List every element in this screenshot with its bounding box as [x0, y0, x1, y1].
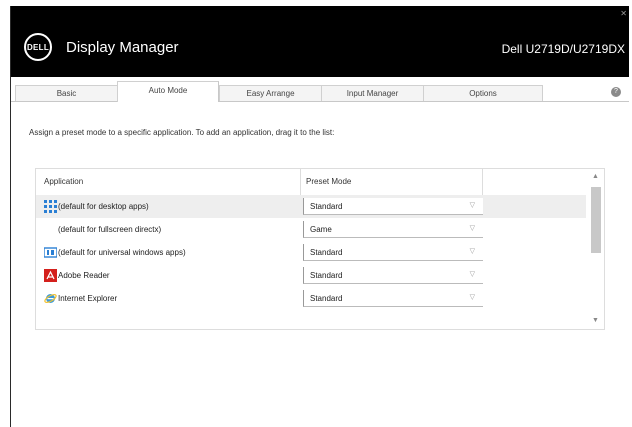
help-icon[interactable]: ?	[611, 87, 621, 97]
scroll-down-icon[interactable]: ▼	[592, 317, 599, 324]
tab-bar: Basic Auto Mode Easy Arrange Input Manag…	[11, 81, 629, 102]
chevron-down-icon: ▽	[469, 225, 475, 232]
universal-windows-apps-icon	[44, 247, 57, 258]
app-name: (default for universal windows apps)	[58, 248, 186, 257]
scroll-up-icon[interactable]: ▲	[592, 173, 599, 180]
preset-mode-value: Game	[310, 225, 332, 234]
app-name: (default for fullscreen directx)	[58, 225, 162, 234]
close-icon[interactable]: ✕	[620, 9, 627, 18]
dell-logo: DELL	[24, 33, 52, 61]
tab-basic[interactable]: Basic	[15, 85, 117, 101]
internet-explorer-icon	[44, 294, 57, 303]
column-divider	[300, 169, 301, 195]
title-bar: DELL Display Manager Dell U2719D/U2719DX…	[11, 6, 629, 77]
desktop-apps-icon	[44, 200, 57, 213]
preset-mode-dropdown[interactable]: Standard ▽	[303, 198, 483, 215]
preset-mode-dropdown[interactable]: Game ▽	[303, 221, 483, 238]
adobe-reader-icon	[44, 269, 57, 282]
list-item[interactable]: Adobe Reader Standard ▽	[36, 264, 586, 287]
application-list[interactable]: Application Preset Mode (default for des…	[35, 168, 605, 330]
preset-mode-value: Standard	[310, 271, 343, 280]
preset-mode-dropdown[interactable]: Standard ▽	[303, 267, 483, 284]
scroll-thumb[interactable]	[591, 187, 601, 253]
tab-easy-arrange[interactable]: Easy Arrange	[219, 85, 321, 101]
chevron-down-icon: ▽	[469, 294, 475, 301]
list-item[interactable]: (default for universal windows apps) Sta…	[36, 241, 586, 264]
app-name: (default for desktop apps)	[58, 202, 149, 211]
vertical-scrollbar[interactable]: ▲ ▼	[588, 169, 604, 329]
list-item[interactable]: (default for desktop apps) Standard ▽	[36, 195, 586, 218]
preset-mode-value: Standard	[310, 294, 343, 303]
app-name: Internet Explorer	[58, 294, 118, 303]
tab-input-manager[interactable]: Input Manager	[321, 85, 423, 101]
app-name: Adobe Reader	[58, 271, 110, 280]
preset-mode-value: Standard	[310, 248, 343, 257]
preset-mode-value: Standard	[310, 202, 343, 211]
list-item[interactable]: Internet Explorer Standard ▽	[36, 287, 586, 310]
monitor-model: Dell U2719D/U2719DX	[501, 42, 625, 56]
instruction-text: Assign a preset mode to a specific appli…	[29, 128, 335, 137]
column-header-application[interactable]: Application	[44, 177, 83, 186]
chevron-down-icon: ▽	[469, 248, 475, 255]
list-item[interactable]: (default for fullscreen directx) Game ▽	[36, 218, 586, 241]
app-window: DELL Display Manager Dell U2719D/U2719DX…	[10, 6, 629, 427]
app-title: Display Manager	[66, 39, 179, 56]
preset-mode-dropdown[interactable]: Standard ▽	[303, 290, 483, 307]
preset-mode-dropdown[interactable]: Standard ▽	[303, 244, 483, 261]
column-header-preset-mode[interactable]: Preset Mode	[306, 177, 351, 186]
column-divider	[482, 169, 483, 195]
chevron-down-icon: ▽	[469, 202, 475, 209]
tab-auto-mode[interactable]: Auto Mode	[117, 81, 219, 102]
tab-options[interactable]: Options	[423, 85, 543, 101]
chevron-down-icon: ▽	[469, 271, 475, 278]
